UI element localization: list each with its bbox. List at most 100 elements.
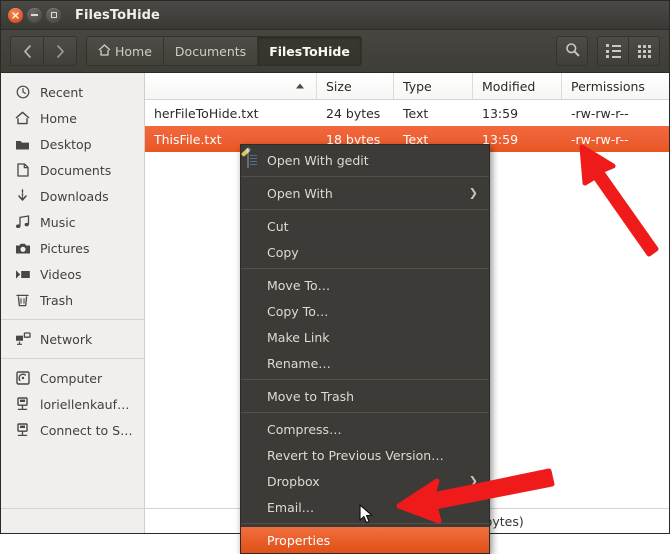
grid-view-button[interactable] xyxy=(628,36,660,66)
forward-button[interactable] xyxy=(43,36,77,66)
home-icon xyxy=(98,44,111,59)
cell-size: 24 bytes xyxy=(317,106,394,121)
trash-icon xyxy=(14,292,31,308)
close-icon[interactable] xyxy=(8,8,23,23)
cell-type: Text xyxy=(394,106,473,121)
menu-item-label: Make Link xyxy=(267,330,330,345)
folder-icon xyxy=(14,136,31,152)
menu-item-label: Properties xyxy=(267,533,330,548)
menu-item-compress[interactable]: Compress… xyxy=(241,416,489,442)
column-header-modified-label: Modified xyxy=(482,79,535,94)
sidebar-label: Desktop xyxy=(40,137,92,152)
clock-icon xyxy=(14,84,31,100)
menu-item-open-with[interactable]: Open With ❯ xyxy=(241,180,489,206)
back-button[interactable] xyxy=(10,36,43,66)
context-menu: Open With gedit Open With ❯ Cut Copy Mov… xyxy=(240,144,490,554)
menu-item-label: Email… xyxy=(267,500,314,515)
statusbar-sidebar-spacer xyxy=(1,509,145,533)
music-note-icon xyxy=(14,214,31,230)
grid-view-icon xyxy=(638,45,651,58)
menu-item-properties[interactable]: Properties xyxy=(241,527,489,553)
cell-name: herFileToHide.txt xyxy=(145,106,317,121)
sidebar-item-music[interactable]: Music xyxy=(1,209,144,235)
column-header-permissions[interactable]: Permissions xyxy=(562,73,669,99)
menu-item-move-to-trash[interactable]: Move to Trash xyxy=(241,383,489,409)
menu-item-move-to[interactable]: Move To… xyxy=(241,272,489,298)
sidebar-item-downloads[interactable]: Downloads xyxy=(1,183,144,209)
sidebar-label: Pictures xyxy=(40,241,90,256)
sidebar-item-pictures[interactable]: Pictures xyxy=(1,235,144,261)
column-header-size-label: Size xyxy=(326,79,352,94)
sidebar-item-connect-to-server[interactable]: Connect to S… xyxy=(1,417,144,443)
menu-item-rename[interactable]: Rename… xyxy=(241,350,489,376)
column-header-permissions-label: Permissions xyxy=(571,79,645,94)
sidebar-label: Recent xyxy=(40,85,83,100)
sidebar-label: Connect to S… xyxy=(40,423,133,438)
menu-item-label: Dropbox xyxy=(267,474,320,489)
column-header-name[interactable] xyxy=(145,73,317,99)
column-header-modified[interactable]: Modified xyxy=(473,73,562,99)
computer-disk-icon xyxy=(14,370,31,386)
column-header-size[interactable]: Size xyxy=(317,73,394,99)
view-mode-buttons xyxy=(597,36,660,66)
menu-item-copy-to[interactable]: Copy To… xyxy=(241,298,489,324)
table-row[interactable]: herFileToHide.txt 24 bytes Text 13:59 -r… xyxy=(145,100,669,126)
sidebar-label: Computer xyxy=(40,371,102,386)
menu-item-label: Compress… xyxy=(267,422,342,437)
column-header-type[interactable]: Type xyxy=(394,73,473,99)
file-manager-window: FilesToHide Home Documents FilesToHide xyxy=(0,0,670,534)
menu-item-label: Cut xyxy=(267,219,289,234)
chevron-right-icon: ❯ xyxy=(469,187,478,200)
home-icon xyxy=(14,110,31,126)
breadcrumb-home[interactable]: Home xyxy=(87,37,164,65)
menu-item-copy[interactable]: Copy xyxy=(241,239,489,265)
sort-ascending-icon xyxy=(296,84,304,89)
sidebar-item-network[interactable]: Network xyxy=(1,326,144,352)
gedit-icon xyxy=(247,152,263,168)
sidebar-item-desktop[interactable]: Desktop xyxy=(1,131,144,157)
sidebar-item-trash[interactable]: Trash xyxy=(1,287,144,313)
camera-icon xyxy=(14,240,31,256)
menu-item-make-link[interactable]: Make Link xyxy=(241,324,489,350)
navigation-buttons xyxy=(10,36,77,66)
sidebar-item-home[interactable]: Home xyxy=(1,105,144,131)
sidebar-label: Music xyxy=(40,215,76,230)
cell-permissions: -rw-rw-r-- xyxy=(562,132,669,147)
column-header-type-label: Type xyxy=(403,79,432,94)
sidebar-label: loriellenkauf… xyxy=(40,397,129,412)
menu-item-label: Rename… xyxy=(267,356,331,371)
list-view-button[interactable] xyxy=(597,36,628,66)
cell-permissions: -rw-rw-r-- xyxy=(562,106,669,121)
minimize-icon[interactable] xyxy=(27,8,42,23)
menu-item-revert-to-previous-version[interactable]: Revert to Previous Version… xyxy=(241,442,489,468)
sidebar-divider xyxy=(1,319,144,320)
list-view-icon xyxy=(606,44,621,58)
maximize-icon[interactable] xyxy=(46,8,61,23)
sidebar-label: Trash xyxy=(40,293,73,308)
menu-item-label: Revert to Previous Version… xyxy=(267,448,444,463)
sidebar-item-videos[interactable]: Videos xyxy=(1,261,144,287)
breadcrumb-filestohide[interactable]: FilesToHide xyxy=(258,37,361,65)
sidebar-item-loriellenkauf[interactable]: loriellenkauf… xyxy=(1,391,144,417)
search-button[interactable] xyxy=(556,36,588,66)
sidebar-item-computer[interactable]: Computer xyxy=(1,365,144,391)
menu-separator xyxy=(241,268,489,269)
sidebar-item-documents[interactable]: Documents xyxy=(1,157,144,183)
titlebar: FilesToHide xyxy=(1,1,669,30)
video-icon xyxy=(14,266,31,282)
cell-modified: 13:59 xyxy=(473,106,562,121)
menu-separator xyxy=(241,176,489,177)
menu-item-open-with-gedit[interactable]: Open With gedit xyxy=(241,147,489,173)
server-icon xyxy=(14,422,31,438)
breadcrumb-home-label: Home xyxy=(115,44,152,59)
menu-item-dropbox[interactable]: Dropbox ❯ xyxy=(241,468,489,494)
mouse-cursor xyxy=(359,504,375,526)
breadcrumb: Home Documents FilesToHide xyxy=(86,36,362,66)
toolbar: Home Documents FilesToHide xyxy=(1,30,669,73)
breadcrumb-documents[interactable]: Documents xyxy=(164,37,258,65)
sidebar-item-recent[interactable]: Recent xyxy=(1,79,144,105)
menu-item-cut[interactable]: Cut xyxy=(241,213,489,239)
search-icon xyxy=(565,42,580,60)
menu-item-label: Move to Trash xyxy=(267,389,354,404)
sidebar-label: Documents xyxy=(40,163,111,178)
